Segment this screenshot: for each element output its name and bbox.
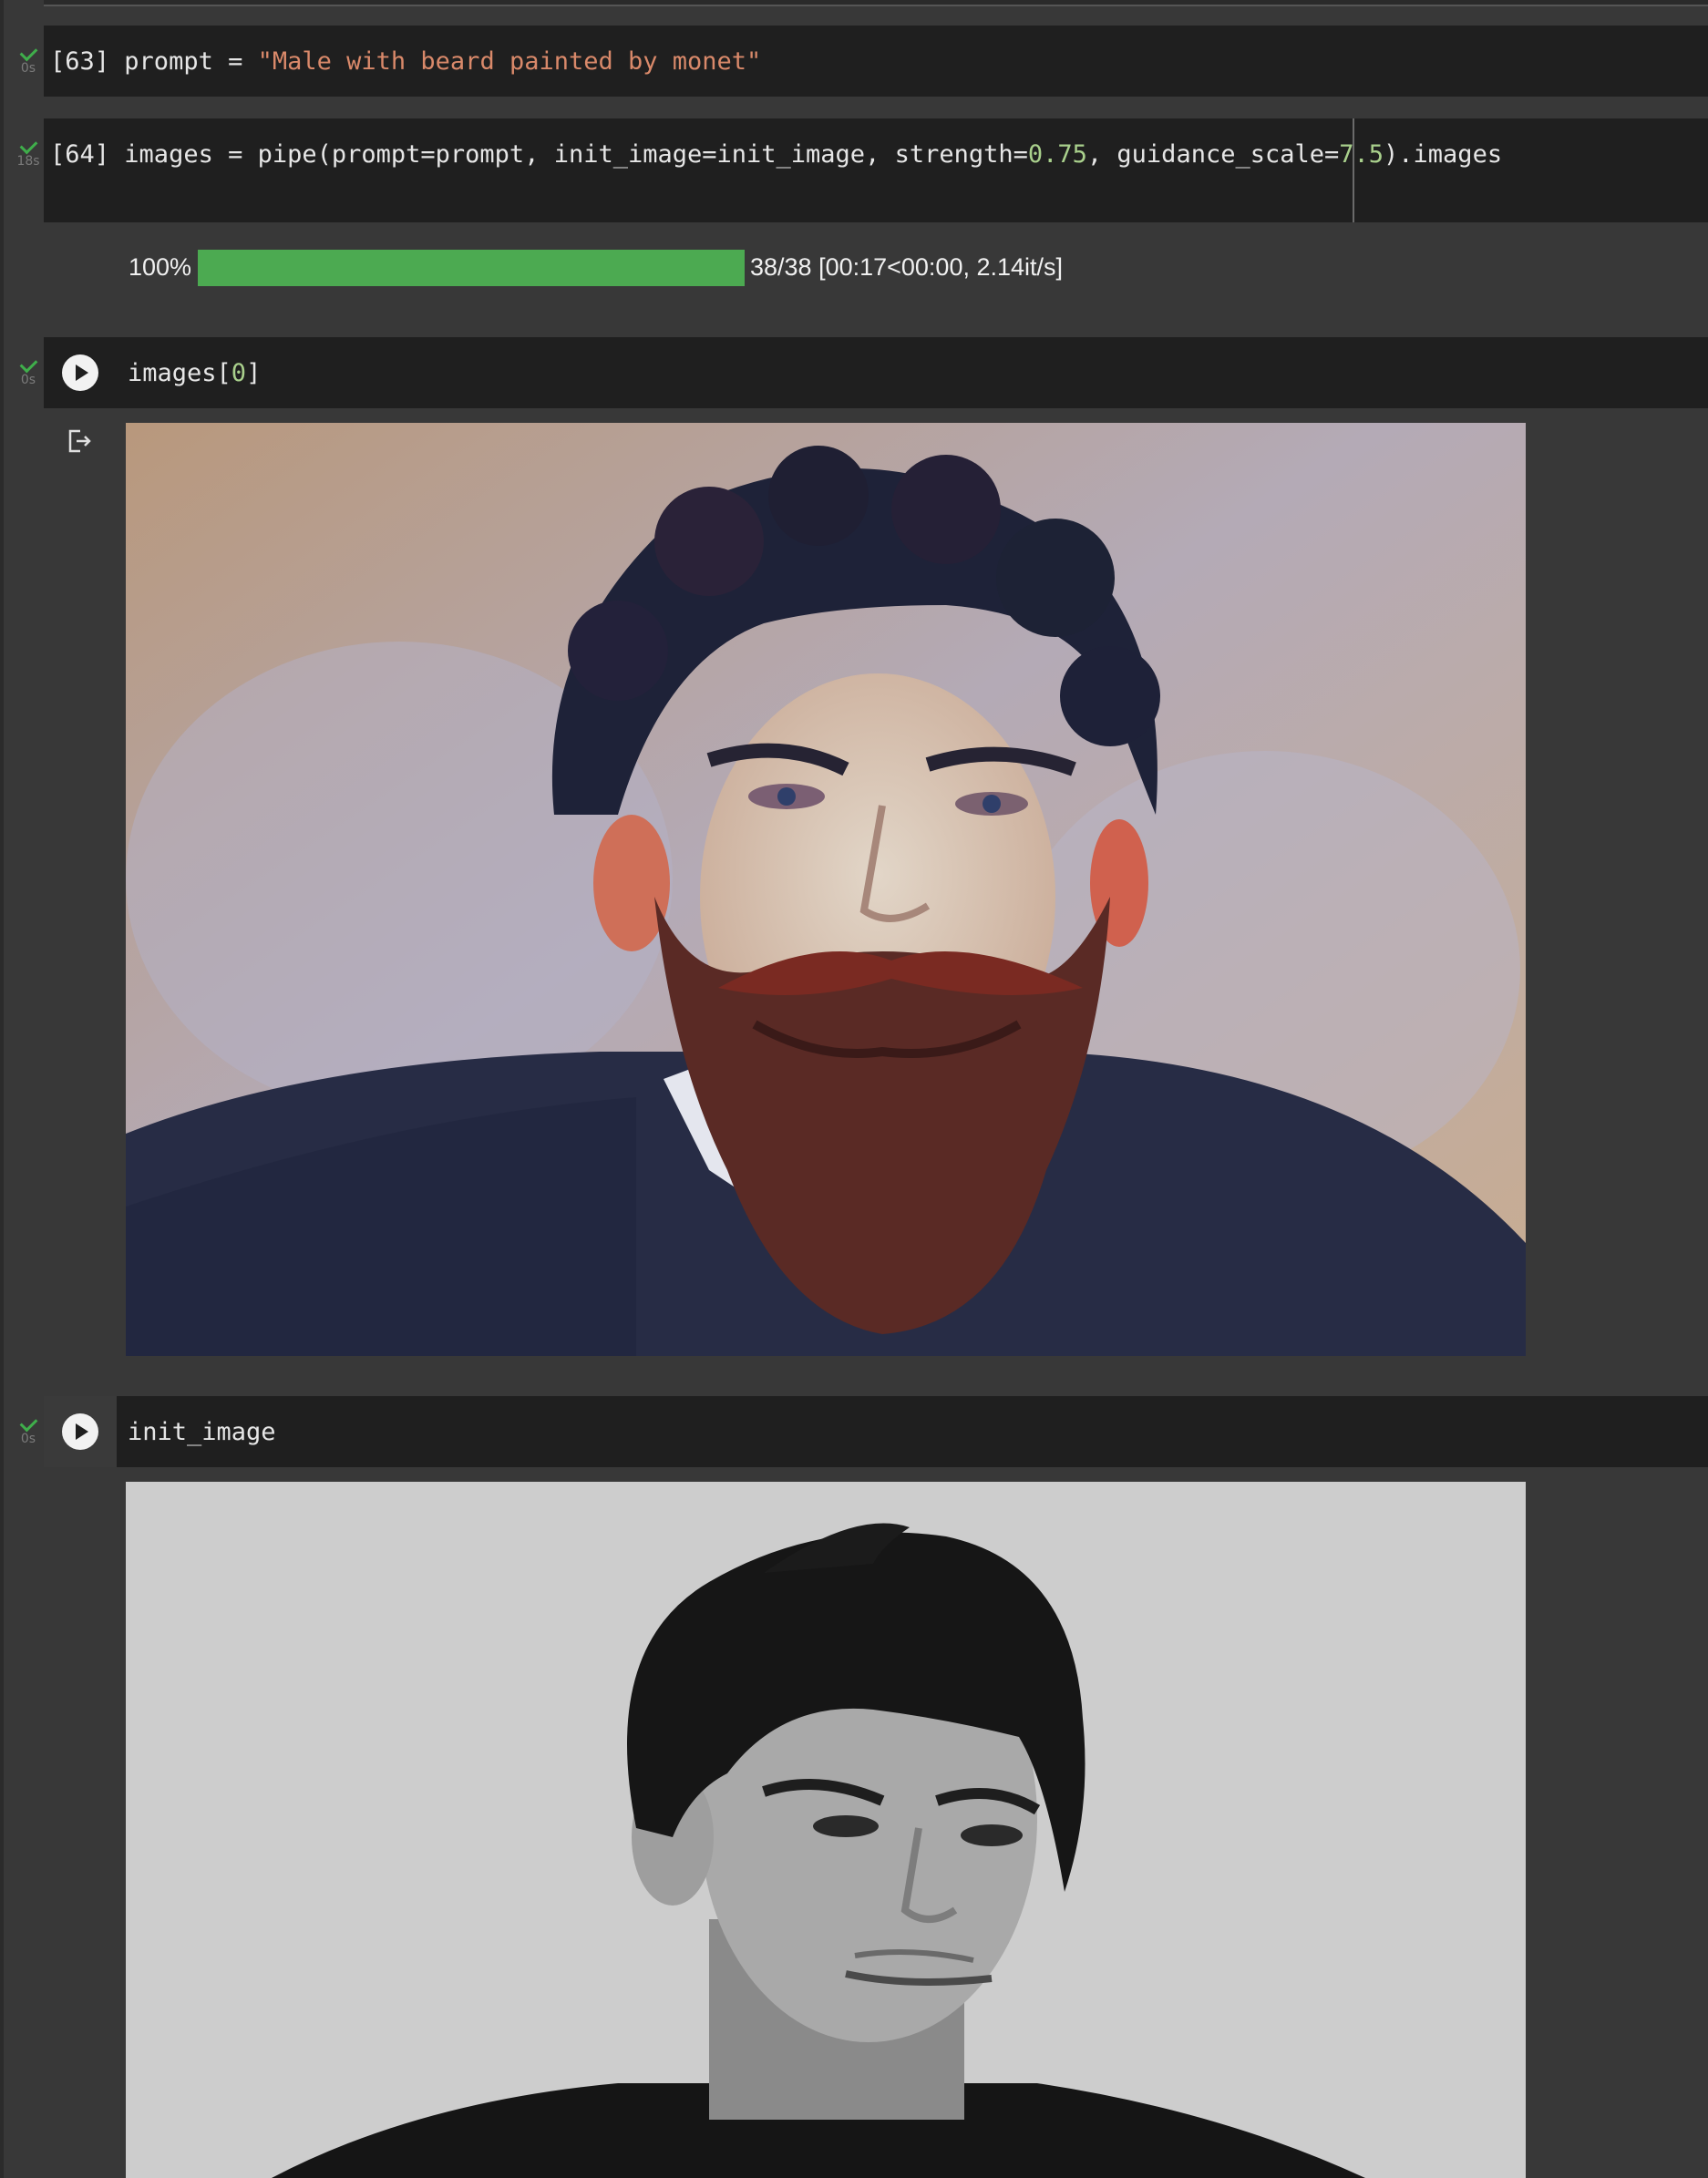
code-line[interactable]: init_image [128,1414,276,1451]
play-icon[interactable] [62,1413,98,1450]
code-token: 0.75 [1027,140,1087,169]
code-token: , guidance_scale= [1086,140,1340,169]
code-tokens: images = pipe(prompt=prompt, init_image=… [124,140,1502,169]
code-cell-images0[interactable] [44,337,1708,408]
progress-detail: 38/38 [00:17<00:00, 2.14it/s] [750,253,1064,281]
check-icon [19,136,37,155]
code-line[interactable]: [64] images = pipe(prompt=prompt, init_i… [50,137,1502,173]
progress-bar-fill [198,250,745,286]
code-line[interactable]: [63] prompt = "Male with beard painted b… [50,44,761,80]
check-icon [19,1413,37,1433]
progress-bar [198,250,745,286]
progress-percent: 100% [129,253,192,281]
cell-images0-status: 0s [13,354,44,387]
code-tokens: init_image [128,1418,276,1446]
execution-count: [64] [50,140,110,169]
code-token: 7.5 [1339,140,1384,169]
code-tokens: images[0] [128,359,261,387]
code-token: images[ [128,359,232,387]
code-token: init_image [128,1418,276,1446]
check-icon [19,43,37,62]
previous-cell-edge [44,0,1708,6]
exec-time: 18s [16,154,40,169]
exec-time: 0s [20,61,36,76]
code-tokens: prompt = "Male with beard painted by mon… [124,47,761,76]
code-token: images = pipe(prompt=prompt, init_image=… [124,140,1028,169]
exec-time: 0s [20,1432,36,1446]
check-icon [19,354,37,374]
code-line[interactable]: images[0] [128,355,261,392]
cell-init-image-status: 0s [13,1413,44,1446]
output-image-painting [126,423,1526,1356]
output-image-photo [126,1482,1526,2178]
code-token: ] [246,359,262,387]
code-token: 0 [231,359,247,387]
cell-64-status: 18s [13,136,44,169]
exec-time: 0s [20,373,36,387]
output-redirect-icon[interactable] [67,428,91,454]
execution-count: [63] [50,47,110,76]
cell-63-status: 0s [13,43,44,76]
code-cell-init-image[interactable] [117,1396,1708,1467]
code-token: "Male with beard painted by monet" [257,47,762,76]
code-token: ).images [1384,140,1503,169]
play-icon[interactable] [62,354,98,391]
notebook-left-border [0,0,4,2178]
code-token: prompt = [124,47,258,76]
